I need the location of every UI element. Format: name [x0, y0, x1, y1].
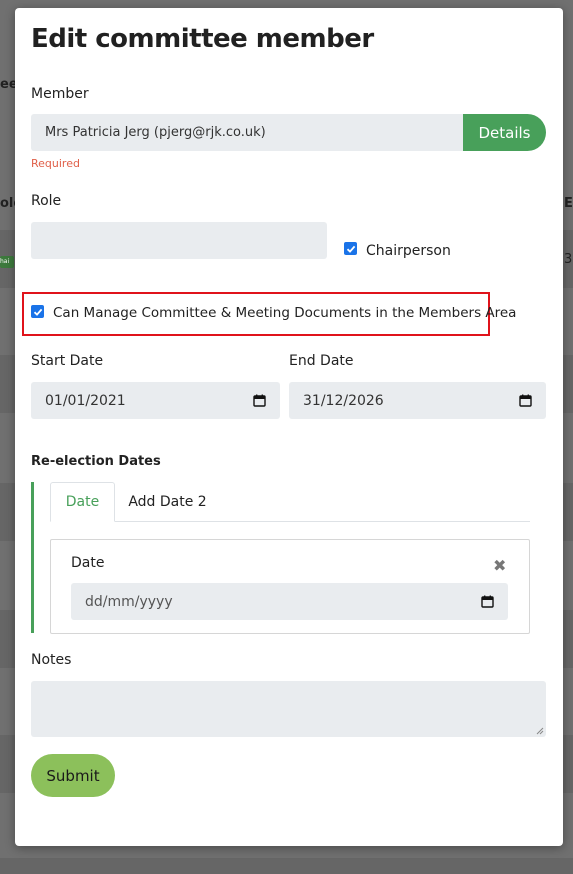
check-icon	[346, 245, 355, 253]
reelection-date-input[interactable]: dd/mm/yyyy	[71, 583, 508, 620]
close-icon[interactable]: ✖	[493, 556, 506, 575]
reelection-date-placeholder: dd/mm/yyyy	[85, 593, 173, 610]
details-button-label: Details	[478, 123, 531, 142]
notes-label: Notes	[31, 652, 72, 668]
end-date-input[interactable]: 31/12/2026	[289, 382, 546, 419]
chairperson-label: Chairperson	[366, 243, 451, 259]
edit-committee-member-modal: Edit committee member Member Mrs Patrici…	[15, 8, 563, 846]
member-label: Member	[31, 86, 89, 102]
tab-date[interactable]: Date	[50, 482, 115, 522]
reelection-accent-bar	[31, 482, 34, 633]
start-date-label: Start Date	[31, 353, 104, 369]
tab-date-label: Date	[65, 494, 100, 510]
reelection-title: Re-election Dates	[31, 454, 161, 469]
background-badge-text: hai	[0, 258, 10, 265]
modal-title: Edit committee member	[31, 24, 374, 54]
submit-button[interactable]: Submit	[31, 754, 115, 797]
calendar-icon[interactable]	[481, 595, 494, 608]
end-date-value: 31/12/2026	[303, 392, 384, 409]
background-text: 3	[564, 252, 573, 267]
tab-add-date-2-label: Add Date 2	[128, 494, 207, 510]
manage-documents-label: Can Manage Committee & Meeting Documents…	[53, 305, 517, 321]
required-message: Required	[31, 157, 80, 170]
tab-add-date-2[interactable]: Add Date 2	[120, 482, 215, 522]
role-label: Role	[31, 193, 62, 209]
background-badge: hai	[0, 256, 14, 268]
start-date-value: 01/01/2021	[45, 392, 126, 409]
background-row	[0, 858, 573, 874]
manage-documents-checkbox[interactable]	[31, 305, 44, 318]
chairperson-checkbox[interactable]	[344, 242, 357, 255]
background-text: E	[564, 196, 573, 211]
submit-button-label: Submit	[46, 766, 100, 785]
calendar-icon[interactable]	[519, 394, 532, 407]
check-icon	[33, 308, 42, 316]
calendar-icon[interactable]	[253, 394, 266, 407]
resize-handle-icon[interactable]	[536, 727, 544, 735]
end-date-label: End Date	[289, 353, 354, 369]
start-date-input[interactable]: 01/01/2021	[31, 382, 280, 419]
notes-textarea[interactable]	[31, 681, 546, 737]
member-select[interactable]: Mrs Patricia Jerg (pjerg@rjk.co.uk)	[31, 114, 471, 151]
role-input[interactable]	[31, 222, 327, 259]
reelection-date-label: Date	[71, 555, 105, 571]
details-button[interactable]: Details	[463, 114, 546, 151]
member-select-value: Mrs Patricia Jerg (pjerg@rjk.co.uk)	[45, 125, 266, 140]
